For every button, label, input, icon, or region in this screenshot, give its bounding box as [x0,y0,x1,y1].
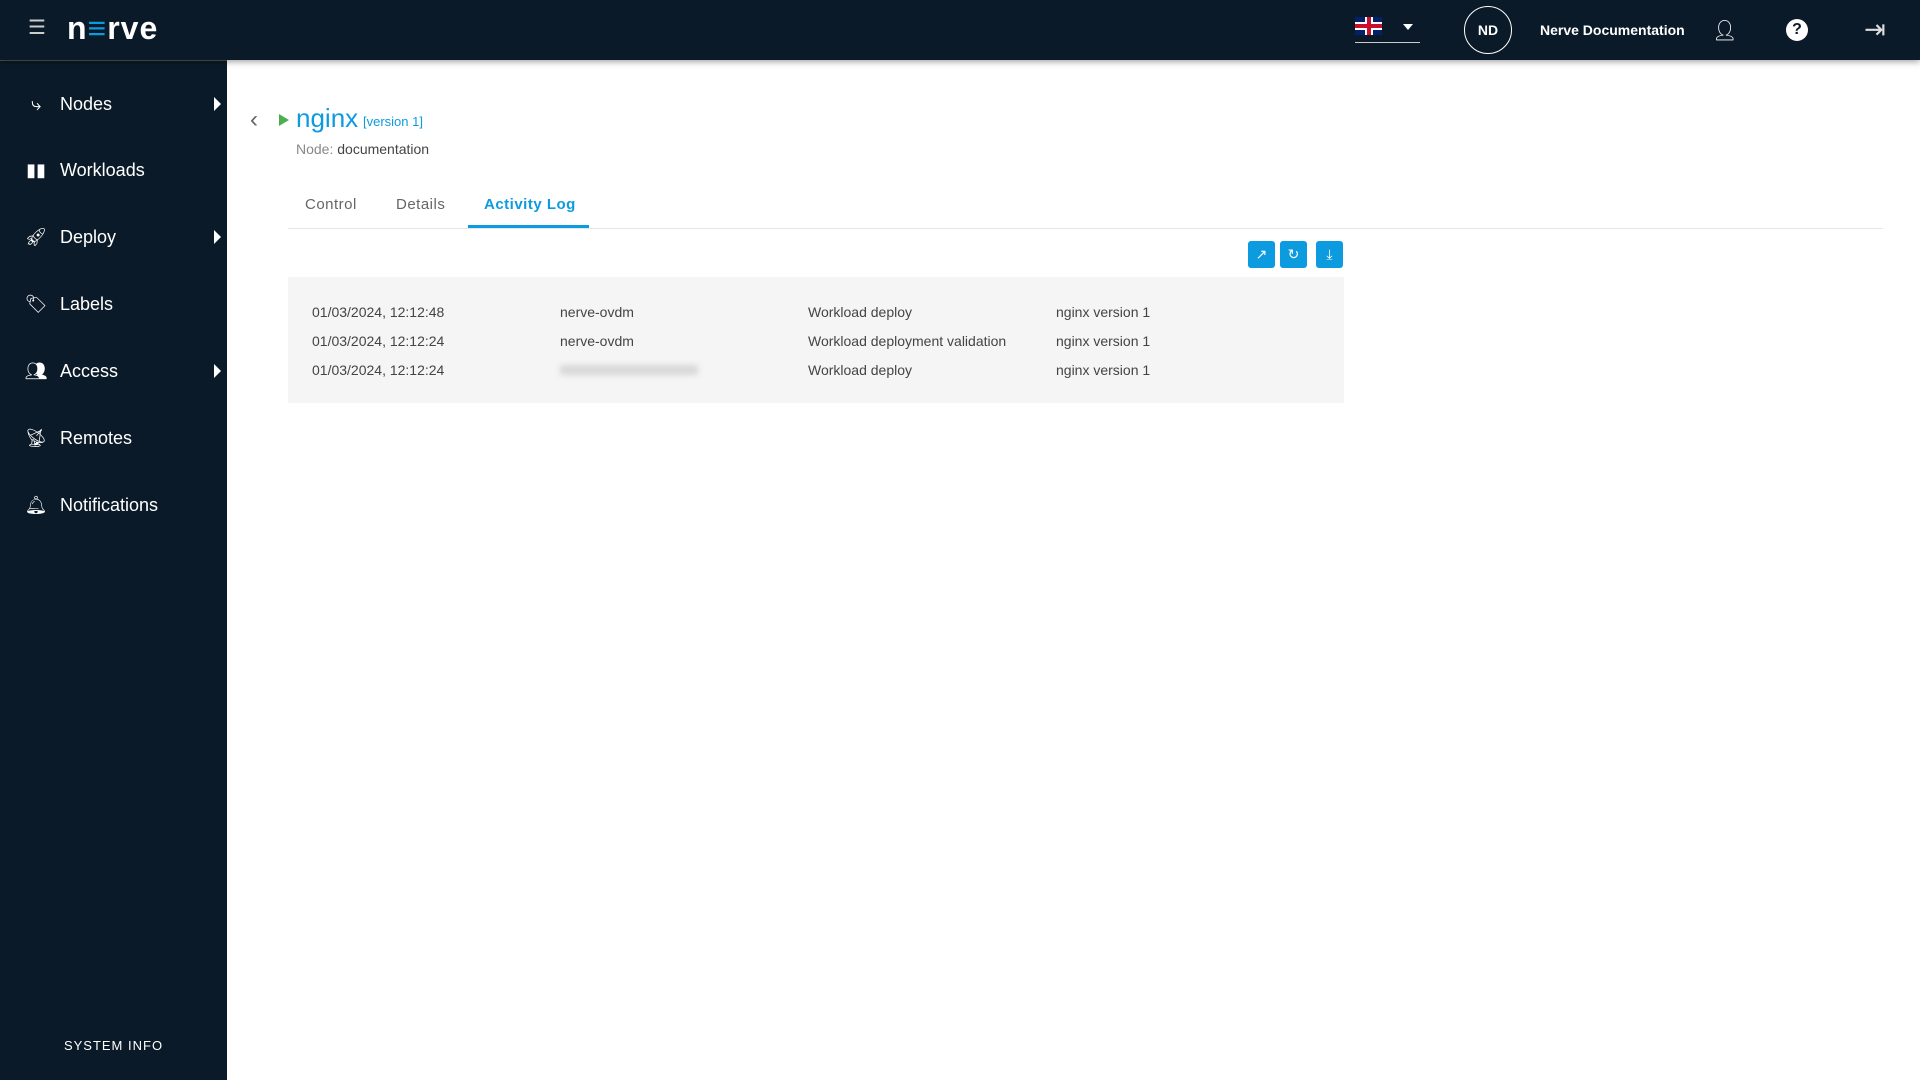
top-bar: ☰ n≡rve ND Nerve Documentation 👤︎ ? ⇥ [0,0,1920,60]
open-external-button[interactable]: ↗ [1248,241,1275,268]
tab-control[interactable]: Control [305,196,357,213]
remotes-icon: 📡︎ [24,427,48,448]
help-icon[interactable]: ? [1786,19,1808,41]
download-icon: ⤓ [1326,246,1333,262]
chevron-right-icon [214,97,221,111]
sidebar-item-nodes[interactable]: ⤷ Nodes [0,79,227,129]
menu-toggle-icon[interactable]: ☰ [28,18,50,38]
user-name[interactable]: Nerve Documentation [1540,22,1685,38]
workload-name: nginx [296,103,359,133]
uk-flag-icon[interactable] [1355,17,1382,35]
redacted-user [560,365,698,375]
avatar[interactable]: ND [1464,6,1512,54]
label-icon: 🏷︎ [24,293,48,314]
tabs-divider [288,228,1883,229]
tab-activity-log[interactable]: Activity Log [484,196,576,213]
external-link-icon: ↗ [1255,246,1268,262]
users-icon: 👥︎ [24,360,48,381]
running-status-icon [279,114,289,126]
logout-icon[interactable]: ⇥ [1864,14,1886,45]
active-tab-indicator [468,225,589,228]
download-button[interactable]: ⤓ [1316,241,1343,268]
rocket-icon: 🚀︎ [24,226,48,247]
workload-version: [version 1] [363,114,423,129]
chevron-right-icon [214,230,221,244]
sidebar-item-access[interactable]: 👥︎ Access [0,346,227,396]
sidebar-item-remotes[interactable]: 📡︎ Remotes [0,413,227,463]
tab-details[interactable]: Details [396,196,445,213]
sidebar-item-workloads[interactable]: ▮▮ Workloads [0,145,227,195]
nerve-logo[interactable]: n≡rve [67,10,158,47]
language-dropdown-chevron-icon[interactable] [1403,24,1413,30]
back-icon[interactable]: ‹ [250,106,258,134]
node-info: Node: documentation [296,141,430,157]
refresh-icon: ↻ [1287,246,1300,262]
system-info-link[interactable]: SYSTEM INFO [0,1038,227,1053]
sidebar-item-labels[interactable]: 🏷︎ Labels [0,279,227,329]
refresh-button[interactable]: ↻ [1280,241,1307,268]
sidebar-item-notifications[interactable]: 🔔︎ Notifications [0,480,227,530]
chevron-right-icon [214,364,221,378]
user-profile-icon[interactable]: 👤︎ [1712,18,1737,43]
sidebar: ⤷ Nodes ▮▮ Workloads 🚀︎ Deploy 🏷︎ Labels 👥︎ A… [0,60,227,1080]
workloads-icon: ▮▮ [26,159,46,180]
sidebar-item-deploy[interactable]: 🚀︎ Deploy [0,212,227,262]
bell-icon: 🔔︎ [24,494,48,515]
language-select-underline [1355,42,1420,43]
nodes-icon: ⤷ [30,93,42,114]
